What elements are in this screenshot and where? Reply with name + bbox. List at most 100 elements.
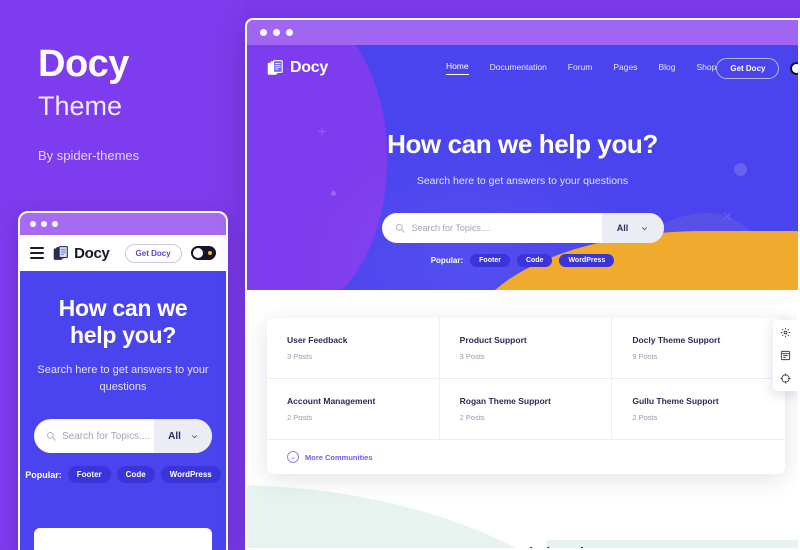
more-communities-button[interactable]: ⌄ More Communities	[267, 440, 785, 474]
mobile-search-bar[interactable]: Search for Topics.... All	[34, 419, 212, 454]
mobile-mockup: Docy Get Docy How can we help you? Searc…	[18, 211, 228, 550]
community-post-count: 3 Posts	[287, 352, 313, 361]
community-title: Gullu Theme Support	[632, 396, 719, 406]
mobile-filter-value: All	[168, 430, 181, 442]
mobile-popular-label: Popular:	[25, 469, 62, 480]
browser-logo-text: Docy	[290, 59, 328, 76]
globe-move-icon[interactable]	[780, 373, 791, 384]
window-dot-minimize-icon	[273, 29, 280, 36]
mobile-hero: How can we help you? Search here to get …	[20, 271, 226, 550]
community-title: Account Management	[287, 396, 376, 406]
community-post-count: 2 Posts	[632, 413, 658, 422]
community-post-count: 2 Posts	[459, 413, 485, 422]
promo-text-block: Docy Theme By spider-themes	[38, 43, 238, 163]
search-bar[interactable]: Search for Topics.... All	[381, 213, 664, 243]
mobile-hero-subtitle: Search here to get answers to your quest…	[37, 364, 209, 393]
nav-item-blog[interactable]: Blog	[658, 62, 675, 75]
promo-byline: By spider-themes	[38, 147, 140, 163]
toggle-knob	[792, 63, 798, 73]
tag-wordpress[interactable]: WordPress	[559, 254, 615, 267]
nav-item-documentation[interactable]: Documentation	[490, 62, 547, 75]
hero-content: How can we help you? Search here to get …	[247, 91, 798, 267]
search-placeholder: Search for Topics....	[411, 223, 491, 233]
community-title: Rogan Theme Support	[459, 396, 551, 406]
mobile-get-docy-button[interactable]: Get Docy	[124, 243, 182, 263]
browser-logo[interactable]: Docy	[267, 59, 328, 77]
hamburger-menu-icon[interactable]	[30, 247, 45, 259]
docs-stack-icon	[267, 60, 283, 75]
mobile-content-card	[34, 528, 212, 550]
mobile-search-filter-dropdown[interactable]: All	[154, 419, 212, 454]
dark-mode-toggle[interactable]	[790, 61, 798, 75]
mobile-navbar: Docy Get Docy	[20, 235, 226, 271]
window-dot-close-icon	[260, 29, 267, 36]
nav-item-forum[interactable]: Forum	[568, 62, 593, 75]
mobile-tag-footer[interactable]: Footer	[67, 466, 111, 484]
browser-hero: + ✕ Docy Home Documentation Forum Pages …	[247, 45, 798, 315]
floating-toolbar	[773, 320, 798, 391]
docs-stack-icon	[53, 245, 68, 260]
community-post-count: 3 Posts	[459, 352, 485, 361]
layout-document-icon[interactable]	[780, 350, 791, 361]
hero-title: How can we help you?	[387, 129, 658, 159]
mobile-window-chrome	[20, 213, 226, 235]
navbar-actions: Get Docy	[716, 57, 798, 79]
communities-card: User Feedback 3 Posts Product Support 3 …	[267, 318, 785, 474]
nav-item-pages[interactable]: Pages	[613, 62, 637, 75]
popular-label: Popular:	[430, 256, 464, 265]
browser-mockup: Recommended Topics + ✕	[245, 18, 800, 550]
tag-code[interactable]: Code	[516, 254, 553, 267]
toggle-knob	[192, 248, 203, 258]
sun-icon	[208, 251, 212, 255]
community-title: User Feedback	[287, 335, 348, 345]
community-title: Docly Theme Support	[632, 335, 721, 345]
communities-grid: User Feedback 3 Posts Product Support 3 …	[267, 318, 785, 440]
popular-tags: Popular: Footer Code WordPress	[247, 254, 798, 267]
mobile-search-placeholder: Search for Topics....	[62, 430, 151, 442]
window-dot-minimize-icon	[41, 221, 47, 227]
promo-subtitle: Theme	[38, 90, 123, 121]
mobile-search-input[interactable]: Search for Topics....	[34, 431, 154, 442]
hero-subtitle: Search here to get answers to your quest…	[416, 175, 629, 187]
chevron-down-icon	[642, 226, 648, 230]
mobile-tag-code[interactable]: Code	[116, 466, 155, 484]
community-post-count: 2 Posts	[287, 413, 313, 422]
chevron-down-icon	[191, 434, 197, 438]
mobile-logo-text: Docy	[74, 244, 110, 262]
window-dot-close-icon	[30, 221, 36, 227]
more-communities-label: More Communities	[305, 452, 373, 462]
community-item[interactable]: Rogan Theme Support 2 Posts	[439, 379, 613, 440]
mobile-popular-tags: Popular: Footer Code WordPress	[25, 466, 221, 484]
community-item[interactable]: Product Support 3 Posts	[439, 318, 613, 379]
mobile-dark-mode-toggle[interactable]	[190, 246, 216, 260]
nav-item-shop[interactable]: Shop	[696, 62, 716, 75]
recommended-topics-heading: Recommended Topics	[247, 545, 798, 548]
mobile-tag-wordpress[interactable]: WordPress	[160, 466, 221, 484]
browser-window-chrome	[247, 20, 798, 45]
nav-item-home[interactable]: Home	[445, 61, 469, 75]
mobile-logo[interactable]: Docy	[53, 244, 110, 262]
main-navigation: Home Documentation Forum Pages Blog Shop	[445, 61, 716, 75]
window-dot-maximize-icon	[286, 29, 293, 36]
mint-wave-decoration	[247, 485, 647, 548]
settings-gear-icon[interactable]	[780, 327, 791, 338]
filter-value: All	[616, 223, 629, 233]
community-item[interactable]: Gullu Theme Support 2 Posts	[612, 379, 785, 440]
search-filter-dropdown[interactable]: All	[601, 213, 664, 243]
promo-title: Docy	[38, 43, 129, 85]
screenshot-stage: Docy Theme By spider-themes Docy Get Doc…	[0, 0, 800, 550]
window-dot-maximize-icon	[52, 221, 58, 227]
community-post-count: 9 Posts	[632, 352, 658, 361]
community-item[interactable]: User Feedback 3 Posts	[267, 318, 440, 379]
tag-footer[interactable]: Footer	[470, 254, 510, 267]
search-icon	[46, 432, 56, 441]
community-item[interactable]: Docly Theme Support 9 Posts	[612, 318, 785, 379]
browser-navbar: Docy Home Documentation Forum Pages Blog…	[247, 45, 798, 91]
search-input[interactable]: Search for Topics....	[382, 223, 602, 233]
get-docy-button[interactable]: Get Docy	[716, 57, 780, 79]
community-title: Product Support	[459, 335, 527, 345]
promo-panel: Docy Theme By spider-themes Docy Get Doc…	[0, 0, 245, 550]
chevron-down-circle-icon: ⌄	[287, 451, 299, 463]
search-icon	[395, 223, 405, 233]
community-item[interactable]: Account Management 2 Posts	[267, 379, 440, 440]
